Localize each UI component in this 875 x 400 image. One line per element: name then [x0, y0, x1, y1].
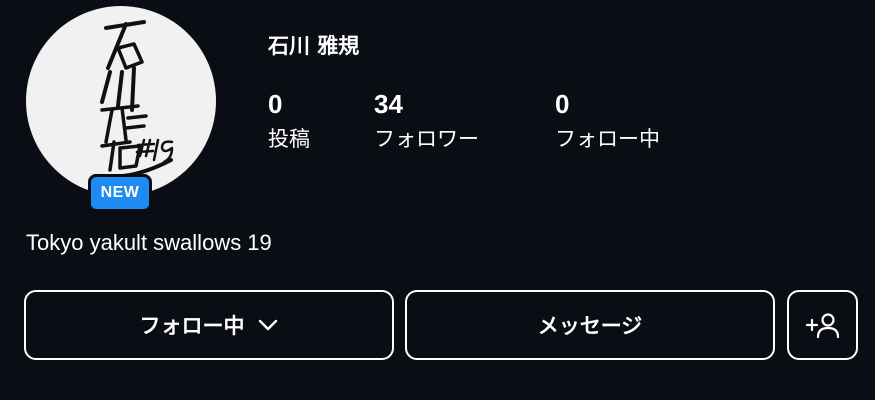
profile-avatar-container[interactable]: NEW	[26, 6, 216, 212]
followers-stat[interactable]: 34 フォロワー	[374, 88, 479, 154]
following-label: フォロー中	[555, 127, 660, 151]
posts-stat[interactable]: 0 投稿	[268, 88, 310, 154]
message-button[interactable]: メッセージ	[405, 290, 775, 360]
following-button-label: フォロー中	[139, 314, 245, 338]
chevron-down-icon	[258, 319, 277, 331]
posts-count: 0	[268, 89, 283, 119]
profile-username: 石川 雅規	[268, 34, 360, 58]
message-button-label: メッセージ	[537, 314, 643, 338]
profile-bio: Tokyo yakult swallows 19	[26, 230, 272, 255]
signature-image	[94, 20, 174, 179]
following-stat[interactable]: 0 フォロー中	[555, 88, 660, 154]
followers-count: 34	[374, 89, 403, 119]
new-badge: NEW	[88, 174, 152, 212]
suggest-users-button[interactable]	[787, 290, 858, 360]
following-button[interactable]: フォロー中	[24, 290, 394, 360]
posts-label: 投稿	[268, 127, 310, 151]
add-person-icon	[805, 313, 839, 339]
avatar[interactable]	[26, 6, 216, 196]
followers-label: フォロワー	[374, 127, 479, 151]
following-count: 0	[555, 89, 570, 119]
